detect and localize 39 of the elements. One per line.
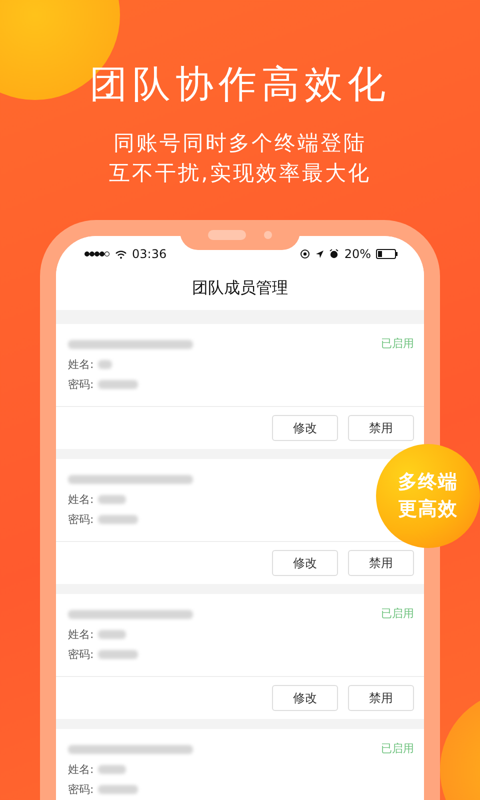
blurred-password [98,514,138,524]
blurred-password [98,380,138,388]
badge-text: 更高效 [398,497,458,522]
field-label: 姓名: [68,762,94,776]
location-arrow-icon [315,250,324,258]
badge-text: 多终端 [398,470,458,495]
battery-percent: 20% [344,247,371,261]
field-label: 密码: [68,782,94,796]
edit-button[interactable]: 修改 [272,550,338,576]
field-label: 密码: [68,646,94,662]
blurred-name [98,360,112,368]
headline: 团队协作高效化 [90,61,390,108]
status-label: 已启用 [381,336,414,352]
disable-button[interactable]: 禁用 [348,415,414,441]
wifi-icon [115,250,127,258]
blurred-name [98,630,126,638]
field-label: 姓名: [68,626,94,642]
blurred-name [98,494,126,504]
blurred-password [98,650,138,658]
blurred-password [98,784,138,794]
field-label: 密码: [68,512,94,526]
disable-button[interactable]: 禁用 [348,550,414,576]
blurred-name [98,764,126,774]
edit-button[interactable]: 修改 [272,415,338,441]
status-time: 03:36 [132,247,167,261]
field-label: 姓名: [68,492,94,506]
field-label: 姓名: [68,356,94,372]
alarm-clock-icon [329,249,340,259]
signal-icon [84,251,110,257]
screen-title: 团队成员管理 [192,278,288,298]
disable-button[interactable]: 禁用 [348,685,414,711]
status-label: 已启用 [381,606,414,622]
subtitle: 互不干扰,实现效率最大化 [109,160,371,187]
edit-button[interactable]: 修改 [272,685,338,711]
status-label: 已启用 [381,741,414,757]
field-label: 密码: [68,376,94,392]
subtitle: 同账号同时多个终端登陆 [114,130,366,157]
battery-icon [376,249,398,259]
rotation-lock-icon [300,249,310,259]
